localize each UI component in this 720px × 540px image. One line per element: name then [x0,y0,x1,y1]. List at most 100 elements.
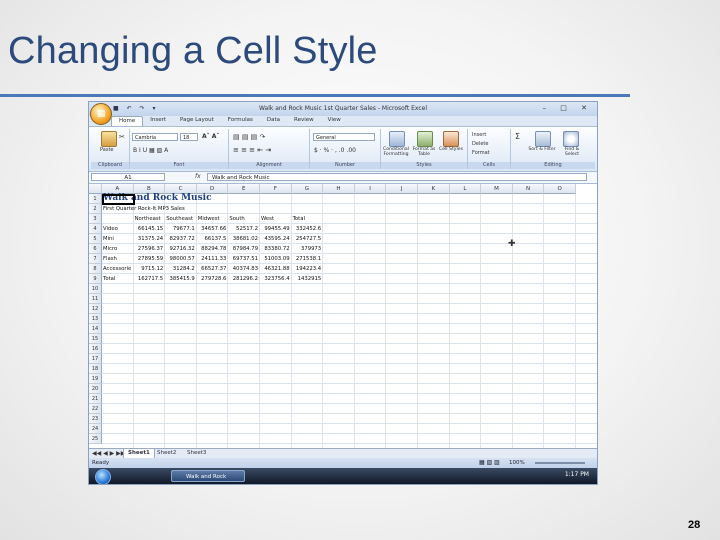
data-cell[interactable]: 46321.88 [261,264,289,274]
data-cell[interactable]: 379973 [293,244,321,254]
fx-icon[interactable]: fx [195,173,201,180]
select-all-corner[interactable] [89,184,102,194]
column-label-cell[interactable]: West [261,214,274,224]
column-header-g[interactable]: G [291,184,324,194]
row-header-25[interactable]: 25 [89,434,102,444]
paste-icon[interactable] [101,131,117,147]
format-button[interactable]: Format [472,150,490,156]
data-cell[interactable]: 87984.79 [229,244,258,254]
data-cell[interactable]: 69737.51 [229,254,258,264]
data-cell[interactable]: 79677.1 [166,224,195,234]
row-label-cell[interactable]: Accessorie [103,264,131,274]
data-cell[interactable]: 43595.24 [261,234,289,244]
data-cell[interactable]: 279728.6 [198,274,226,284]
data-cell[interactable]: 40374.83 [229,264,258,274]
column-header-l[interactable]: L [449,184,482,194]
conditional-formatting-label[interactable]: Conditional Formatting [381,147,411,157]
row-header-13[interactable]: 13 [89,314,102,324]
font-grow-icon[interactable]: Aˆ Aˇ [202,133,219,140]
data-cell[interactable]: 34657.66 [198,224,226,234]
cut-icon[interactable]: ✂ [119,133,125,141]
sheet-tab-sheet2[interactable]: Sheet2 [153,449,180,458]
data-cell[interactable]: 98000.57 [166,254,195,264]
data-cell[interactable]: 323756.4 [261,274,289,284]
row-header-4[interactable]: 4 [89,224,102,234]
data-cell[interactable]: 52517.2 [229,224,258,234]
start-button[interactable] [95,469,111,484]
taskbar-excel-button[interactable]: Walk and Rock Musi... [171,470,245,482]
data-cell[interactable]: 31284.2 [166,264,195,274]
paste-label[interactable]: Paste [100,147,114,153]
zoom-slider[interactable] [535,462,585,464]
row-header-3[interactable]: 3 [89,214,102,224]
view-buttons[interactable]: ▦ ▧ ▨ [479,458,500,468]
data-cell[interactable]: 281296.2 [229,274,258,284]
row-header-7[interactable]: 7 [89,254,102,264]
column-label-cell[interactable]: Total [293,214,305,224]
row-header-19[interactable]: 19 [89,374,102,384]
cell-a2-subtitle[interactable]: First Quarter Rock-It MP3 Sales [103,204,185,214]
sort-filter-icon[interactable] [535,131,551,147]
row-header-9[interactable]: 9 [89,274,102,284]
format-table-icon[interactable] [417,131,433,147]
data-cell[interactable]: 332452.6 [293,224,321,234]
sheet-tab-sheet3[interactable]: Sheet3 [183,449,210,458]
row-header-15[interactable]: 15 [89,334,102,344]
data-cell[interactable]: 162717.5 [135,274,163,284]
worksheet-grid[interactable]: A B C D E F G H I J K L M N O 1 2 3 4 5 6 7 8 9 10 11 12 13 14 15 16 17… [89,184,597,448]
data-cell[interactable]: 66527.37 [198,264,226,274]
row-header-1[interactable]: 1 [89,194,102,204]
column-label-cell[interactable]: Northeast [135,214,161,224]
data-cell[interactable]: 27895.59 [135,254,163,264]
cell-styles-label[interactable]: Cell Styles [439,147,463,152]
row-label-cell[interactable]: Micro [103,244,117,254]
delete-button[interactable]: Delete [472,141,488,147]
data-cell[interactable]: 1432915 [293,274,322,284]
column-header-n[interactable]: N [512,184,545,194]
data-cell[interactable]: 66137.5 [198,234,226,244]
row-header-2[interactable]: 2 [89,204,102,214]
row-label-cell[interactable]: Video [103,224,118,234]
formula-input[interactable]: Walk and Rock Music [207,173,587,181]
row-header-12[interactable]: 12 [89,304,102,314]
office-button[interactable]: ▦ [90,103,112,125]
column-header-f[interactable]: F [260,184,292,194]
data-cell[interactable]: 99455.49 [261,224,289,234]
number-format-buttons[interactable]: $ · % · , .0 .00 [314,147,356,154]
row-header-21[interactable]: 21 [89,394,102,404]
row-header-16[interactable]: 16 [89,344,102,354]
find-select-icon[interactable] [563,131,579,147]
name-box[interactable]: A1 [91,173,165,181]
font-name-combo[interactable]: Cambria [132,133,178,141]
row-label-cell[interactable]: Flash [103,254,117,264]
row-header-8[interactable]: 8 [89,264,102,274]
data-cell[interactable]: 66145.15 [135,224,163,234]
column-label-cell[interactable]: South [229,214,244,224]
column-label-cell[interactable]: Southeast [166,214,193,224]
row-header-10[interactable]: 10 [89,284,102,294]
find-select-label[interactable]: Find & Select [557,147,587,157]
insert-button[interactable]: Insert [472,132,486,138]
column-header-o[interactable]: O [544,184,576,194]
data-cell[interactable]: 271538.1 [293,254,321,264]
column-header-k[interactable]: K [418,184,450,194]
row-header-18[interactable]: 18 [89,364,102,374]
data-cell[interactable]: 51003.09 [261,254,289,264]
data-cell[interactable]: 385415.9 [166,274,195,284]
column-label-cell[interactable]: Midwest [198,214,220,224]
row-header-23[interactable]: 23 [89,414,102,424]
data-cell[interactable]: 83380.72 [261,244,289,254]
row-header-20[interactable]: 20 [89,384,102,394]
data-cell[interactable]: 31375.24 [135,234,163,244]
row-label-cell[interactable]: Total [103,274,115,284]
window-controls[interactable]: – □ ✕ [543,104,593,112]
row-header-22[interactable]: 22 [89,404,102,414]
column-header-i[interactable]: I [354,184,387,194]
data-cell[interactable]: 24111.33 [198,254,226,264]
quick-access-toolbar[interactable]: ■ ↶ ↷ ▾ [113,105,158,112]
row-header-5[interactable]: 5 [89,234,102,244]
conditional-formatting-icon[interactable] [389,131,405,147]
data-cell[interactable]: 88294.78 [198,244,226,254]
data-cell[interactable]: 27596.37 [135,244,163,254]
autosum-icon[interactable]: Σ [515,132,520,141]
